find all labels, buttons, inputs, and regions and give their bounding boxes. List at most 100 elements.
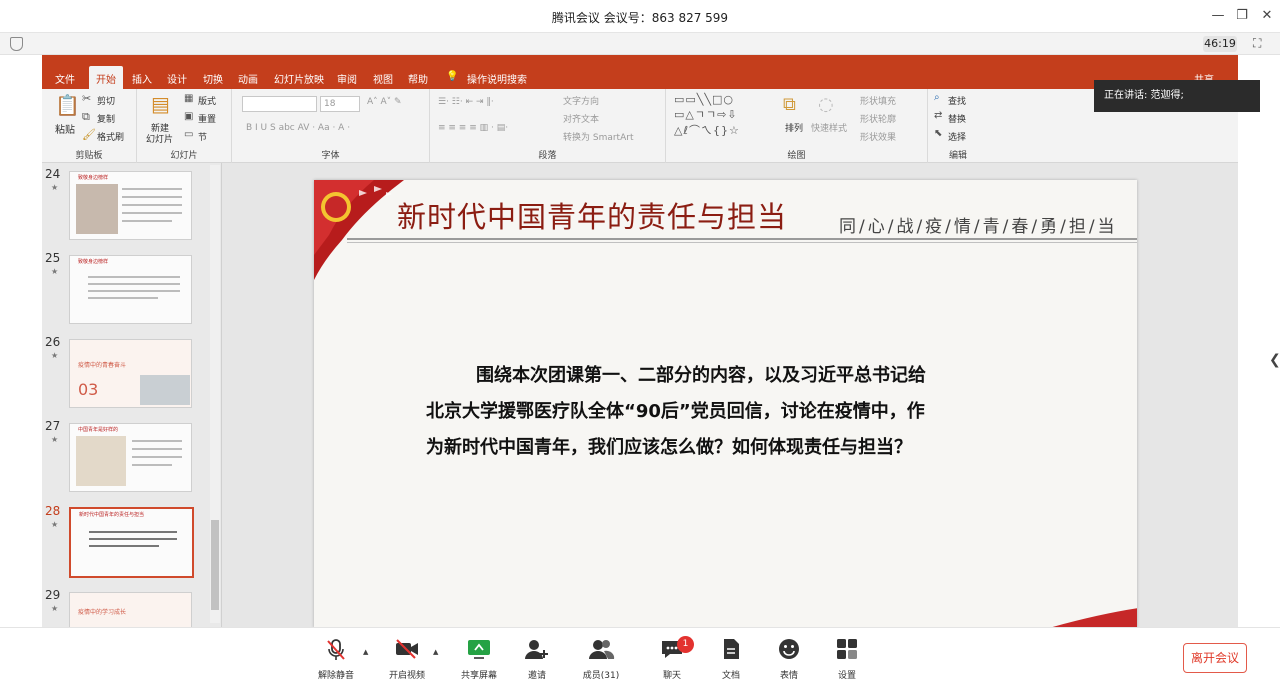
select-button[interactable]: 选择 <box>948 130 966 143</box>
replace-icon: ⇄ <box>934 110 943 121</box>
invite-label: 邀请 <box>527 671 546 681</box>
members-button[interactable]: 成员(31) <box>571 638 631 681</box>
emoji-button[interactable]: 表情 <box>759 638 819 681</box>
shape-effects-button[interactable]: 形状效果 <box>860 130 896 143</box>
thumbnail-slide-24[interactable]: 致敬身边榜样 <box>69 171 192 240</box>
paste-icon[interactable]: 📋 <box>55 93 80 117</box>
tab-transitions[interactable]: 切换 <box>203 71 223 86</box>
shape-fill-button[interactable]: 形状填充 <box>860 94 896 107</box>
cut-button[interactable]: 剪切 <box>97 94 115 107</box>
align-text-button[interactable]: 对齐文本 <box>563 112 599 125</box>
thumb-number: 26 <box>45 335 61 349</box>
shared-screen-view: 文件 开始 插入 设计 切换 动画 幻灯片放映 审阅 视图 帮助 💡 操作说明搜… <box>0 55 1280 627</box>
slide-bottom-decoration <box>1052 608 1137 627</box>
tab-insert[interactable]: 插入 <box>132 71 152 86</box>
meeting-timer: 46:19 <box>1203 36 1237 52</box>
emoji-icon <box>759 638 819 664</box>
tab-file[interactable]: 文件 <box>55 71 75 86</box>
thumb-photo <box>140 375 190 405</box>
thumbnail-slide-25[interactable]: 致敬身边榜样 <box>69 255 192 324</box>
tell-me-search[interactable]: 操作说明搜索 <box>467 71 527 86</box>
current-slide[interactable]: 新时代中国青年的责任与担当 同/心/战/疫/情/青/春/勇/担/当 围绕本次团课… <box>314 180 1137 627</box>
copy-button[interactable]: 复制 <box>97 112 115 125</box>
minimize-icon[interactable]: — <box>1207 6 1229 26</box>
new-slide-button-line2[interactable]: 幻灯片 <box>146 132 173 145</box>
document-button[interactable]: 文档 <box>701 638 761 681</box>
group-label-clipboard: 剪贴板 <box>75 151 103 161</box>
tab-view[interactable]: 视图 <box>373 71 393 86</box>
document-icon <box>701 638 761 664</box>
chevron-left-icon[interactable]: ❮ <box>1269 352 1280 368</box>
layout-icon: ▦ <box>184 93 194 104</box>
font-style-icons[interactable]: B I U S abc AV · Aa · A · <box>246 123 350 133</box>
font-size-combo[interactable]: 18 <box>320 96 360 112</box>
group-font: 18 A˄ A˅ ✎ B I U S abc AV · Aa · A · 字体 <box>232 89 430 163</box>
thumbnail-slide-27[interactable]: 中国青年是好样的 <box>69 423 192 492</box>
slide-thumbnails-pane: 24 ★ 致敬身边榜样 25 ★ 致敬身边榜样 26 ★ 疫情中的青春奋斗 03 <box>42 163 222 627</box>
copy-icon: ⧉ <box>82 110 90 123</box>
members-icon <box>571 638 631 664</box>
quick-styles-button[interactable]: 快速样式 <box>811 121 847 134</box>
unmute-label: 解除静音 <box>317 671 354 681</box>
group-label-paragraph: 段落 <box>538 151 557 161</box>
scrollbar-thumb[interactable] <box>211 520 219 610</box>
tab-design[interactable]: 设计 <box>167 71 187 86</box>
emoji-label: 表情 <box>779 671 798 681</box>
star-icon: ★ <box>51 604 59 613</box>
section-icon: ▭ <box>184 129 194 140</box>
reset-icon: ▣ <box>184 111 194 122</box>
section-button[interactable]: 节 <box>198 130 207 143</box>
settings-icon <box>817 638 877 664</box>
font-name-combo[interactable] <box>242 96 317 112</box>
replace-button[interactable]: 替换 <box>948 112 966 125</box>
close-icon[interactable]: ✕ <box>1256 6 1278 26</box>
thumbnails-scrollbar[interactable] <box>210 165 220 623</box>
tab-review[interactable]: 审阅 <box>337 71 357 86</box>
tab-help[interactable]: 帮助 <box>408 71 428 86</box>
smartart-button[interactable]: 转换为 SmartArt <box>563 130 633 143</box>
chat-label: 聊天 <box>662 671 681 681</box>
grow-font-icon[interactable]: A˄ A˅ ✎ <box>367 97 402 107</box>
restore-icon[interactable]: ❐ <box>1231 6 1253 26</box>
select-icon: ⬉ <box>934 128 943 139</box>
audio-options-chevron-icon[interactable]: ▲ <box>363 648 368 656</box>
format-painter-button[interactable]: 格式刷 <box>97 130 124 143</box>
settings-button[interactable]: 设置 <box>817 638 877 681</box>
star-icon: ★ <box>51 267 59 276</box>
cut-icon: ✂ <box>82 92 92 105</box>
leave-meeting-button[interactable]: 离开会议 <box>1183 643 1247 673</box>
share-screen-button[interactable]: 共享屏幕 <box>449 638 509 681</box>
shield-icon[interactable] <box>10 37 23 51</box>
arrange-button[interactable]: 排列 <box>785 121 803 134</box>
start-video-button[interactable]: 开启视频 <box>377 638 437 681</box>
thumb-number: 28 <box>45 504 61 518</box>
quick-styles-icon[interactable]: ◌ <box>818 94 834 115</box>
arrange-icon[interactable]: ⧉ <box>783 94 796 115</box>
shape-outline-button[interactable]: 形状轮廓 <box>860 112 896 125</box>
find-icon: ⌕ <box>934 92 940 103</box>
thumbnail-slide-29[interactable]: 疫情中的学习成长 <box>69 592 192 627</box>
reset-button[interactable]: 重置 <box>198 112 216 125</box>
list-icons[interactable]: ☰· ☷· ⇤ ⇥ ‖· <box>438 97 494 107</box>
group-label-editing: 编辑 <box>948 151 967 161</box>
video-off-icon <box>377 638 437 664</box>
star-icon: ★ <box>51 183 59 192</box>
tab-slideshow[interactable]: 幻灯片放映 <box>274 71 324 86</box>
paste-button[interactable]: 粘贴 <box>55 121 75 136</box>
unmute-button[interactable]: 解除静音 <box>306 638 366 681</box>
fullscreen-icon[interactable]: ⛶ <box>1253 36 1261 51</box>
thumb-title: 新时代中国青年的责任与担当 <box>79 512 145 518</box>
layout-button[interactable]: 版式 <box>198 94 216 107</box>
tab-home[interactable]: 开始 <box>89 66 123 89</box>
invite-button[interactable]: 邀请 <box>507 638 567 681</box>
find-button[interactable]: 查找 <box>948 94 966 107</box>
new-slide-icon[interactable]: ▤ <box>151 92 170 116</box>
tab-animations[interactable]: 动画 <box>238 71 258 86</box>
thumbnail-slide-26[interactable]: 疫情中的青春奋斗 03 <box>69 339 192 408</box>
text-direction-button[interactable]: 文字方向 <box>563 94 599 107</box>
video-options-chevron-icon[interactable]: ▲ <box>433 648 438 656</box>
thumbnail-slide-28[interactable]: 新时代中国青年的责任与担当 <box>69 507 194 578</box>
shapes-gallery-icon[interactable]: ▭▭╲╲□○ ▭△ㄱㄱ⇨⇩ △ℓ⌒ㄟ{}☆ <box>674 93 740 138</box>
thumb-title: 致敬身边榜样 <box>78 259 109 265</box>
align-icons[interactable]: ≡ ≡ ≡ ≡ ▥ · ▤· <box>438 123 508 133</box>
